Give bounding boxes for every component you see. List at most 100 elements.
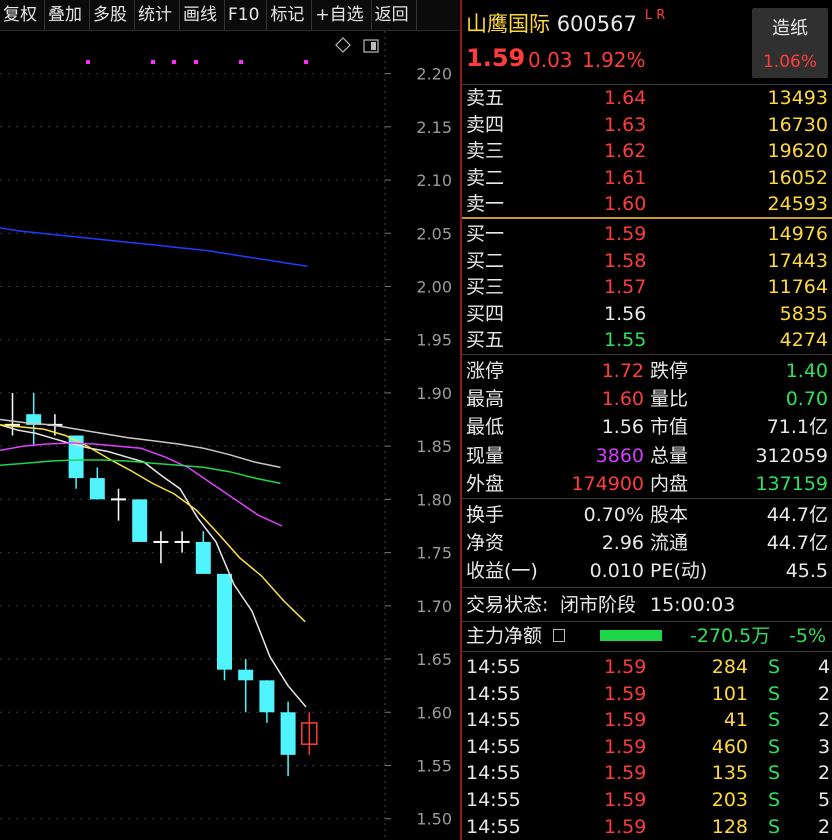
separator	[462, 587, 832, 588]
toolbar-button[interactable]: 画线	[180, 0, 225, 30]
tick-volume: 284	[711, 656, 748, 678]
order-price: 1.61	[604, 166, 647, 189]
moving-average-line	[0, 424, 307, 708]
chart-toolbar: 复权 叠加 多股 统计 画线 F10 标记 +自选 返回	[0, 0, 460, 31]
tick-count: 2	[818, 682, 831, 705]
stats2-row: 净资 2.96 流通 44.7亿	[462, 530, 832, 556]
y-tick-label: 1.55	[416, 756, 452, 775]
toolbar-button[interactable]: +自选	[312, 0, 372, 30]
sell-row: 卖三 1.62 19620	[462, 138, 832, 164]
tick-row: 14:55 1.59 128 S 2	[462, 814, 832, 840]
stat-value: 2.96	[601, 532, 644, 555]
order-volume: 19620	[767, 140, 828, 163]
y-tick-label: 2.00	[416, 277, 452, 296]
toolbar-button[interactable]: 统计	[135, 0, 180, 30]
event-marker	[86, 60, 90, 64]
y-tick-label: 1.85	[416, 437, 452, 456]
stats1-row: 外盘 174900 内盘 137159	[462, 471, 832, 497]
stock-name: 山鹰国际 600567 L R	[466, 8, 665, 38]
stat-label: 收益(一)	[466, 560, 538, 583]
candle-body	[89, 478, 105, 500]
stat-value: 44.7亿	[766, 532, 828, 555]
tick-side: S	[768, 656, 781, 678]
stats1-row: 现量 3860 总量 312059	[462, 443, 832, 469]
main-flow-label: 主力净额	[466, 625, 543, 647]
order-level-label: 卖四	[466, 113, 505, 136]
event-marker	[194, 60, 198, 64]
main-flow-pct: -5%	[789, 625, 826, 647]
order-volume: 16052	[767, 166, 828, 189]
event-marker	[239, 60, 243, 64]
main-flow-row: 主力净额 -270.5万 -5%	[462, 623, 832, 649]
stat-value: 137159	[755, 472, 828, 495]
order-price: 1.59	[604, 223, 647, 245]
order-volume: 24593	[767, 193, 828, 216]
candle-body	[280, 712, 296, 755]
order-price: 1.60	[604, 193, 647, 216]
stat-value: 3860	[595, 444, 644, 467]
quote-panel: 山鹰国际 600567 L R 1.59 0.03 1.92% 造纸 1.06% …	[462, 0, 832, 840]
order-price: 1.57	[604, 276, 647, 299]
tick-price: 1.59	[604, 735, 647, 758]
buy-row: 买三 1.57 11764	[462, 274, 832, 300]
tick-count: 5	[818, 789, 831, 811]
stat-value: 71.1亿	[766, 416, 828, 439]
order-price: 1.63	[604, 113, 647, 136]
order-volume: 4274	[779, 329, 828, 352]
moving-average-line	[0, 424, 306, 623]
list-icon[interactable]	[553, 629, 565, 642]
tick-row: 14:55 1.59 101 S 2	[462, 681, 832, 707]
order-price: 1.58	[604, 249, 647, 272]
buy-row: 买一 1.59 14976	[462, 221, 832, 247]
buy-row: 买四 1.56 5835	[462, 301, 832, 327]
toolbar-button[interactable]: 叠加	[45, 0, 90, 30]
price-change-pct: 1.92%	[582, 48, 646, 72]
toolbar-button[interactable]: 多股	[90, 0, 135, 30]
toolbar-button[interactable]: 返回	[372, 0, 417, 30]
y-tick-label: 2.15	[416, 118, 452, 137]
toolbar-button[interactable]: F10	[225, 0, 268, 30]
stat-value: 1.56	[601, 416, 644, 439]
order-level-label: 买五	[466, 329, 505, 352]
toolbar-button[interactable]: 复权	[0, 0, 45, 30]
stat-label: PE(动)	[650, 560, 708, 583]
trade-status-label: 交易状态:	[466, 594, 549, 616]
stat-label: 现量	[466, 444, 505, 467]
stat-label: 市值	[650, 416, 689, 439]
stat-value: 0.70%	[583, 504, 644, 526]
tick-row: 14:55 1.59 203 S 5	[462, 787, 832, 813]
stat-value: 45.5	[785, 560, 828, 583]
event-marker	[172, 60, 176, 64]
y-tick-label: 1.95	[416, 331, 452, 350]
tick-row: 14:55 1.59 41 S 2	[462, 707, 832, 733]
candle-body	[195, 541, 211, 574]
tick-volume: 128	[711, 815, 748, 838]
stock-name-text: 山鹰国际	[466, 12, 550, 36]
sector-badge[interactable]: 造纸 1.06%	[752, 8, 828, 78]
stats1-row: 最低 1.56 市值 71.1亿	[462, 414, 832, 440]
y-tick-label: 1.75	[416, 544, 452, 563]
toolbar-button[interactable]: 标记	[267, 0, 313, 30]
tick-price: 1.59	[604, 762, 647, 785]
order-level-label: 买二	[466, 249, 505, 272]
tick-side: S	[768, 789, 781, 811]
tick-time: 14:55	[466, 815, 521, 838]
kline-chart[interactable]: 2.20 2.15 2.10 2.05 2.00 1.95 1.90 1.85 1.80 1.75…	[0, 31, 460, 840]
stat-label: 跌停	[650, 360, 689, 382]
buy-row: 买二 1.58 17443	[462, 248, 832, 274]
tick-row: 14:55 1.59 460 S 3	[462, 734, 832, 760]
tick-count: 2	[818, 815, 831, 838]
stock-flags: L R	[644, 8, 666, 23]
order-level-label: 卖一	[466, 193, 505, 216]
stat-label: 最高	[466, 388, 505, 411]
candle-body	[132, 499, 148, 542]
tick-time: 14:55	[466, 656, 521, 678]
stat-value: 1.40	[785, 360, 828, 382]
stats1-row: 最高 1.60 量比 0.70	[462, 386, 832, 412]
tick-time: 14:55	[466, 789, 521, 811]
order-level-label: 卖二	[466, 166, 505, 189]
order-volume: 16730	[767, 113, 828, 136]
stats1-row: 涨停 1.72 跌停 1.40	[462, 358, 832, 384]
y-tick-label: 2.20	[416, 65, 452, 84]
stat-label: 股本	[650, 504, 689, 526]
